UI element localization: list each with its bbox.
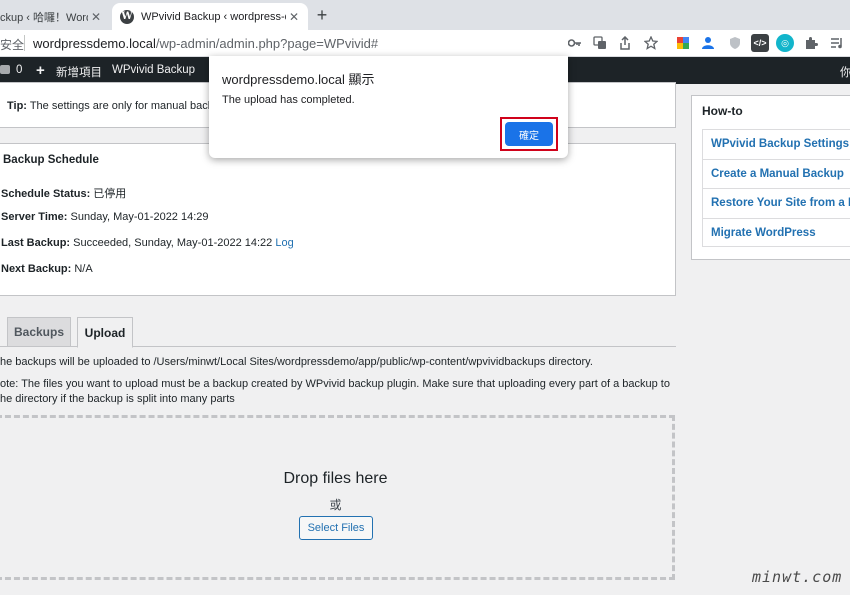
tab-upload[interactable]: Upload (77, 317, 133, 348)
user-greeting[interactable]: 你 (840, 64, 850, 80)
url-host: wordpressdemo.local (33, 36, 156, 51)
file-drop-zone[interactable]: Drop files here 或 Select Files (0, 415, 675, 580)
shield-ext-icon[interactable] (726, 34, 744, 52)
tab-backups[interactable]: Backups (7, 317, 71, 347)
upload-note-line-2: he directory if the backup is split into… (0, 393, 235, 405)
divider (703, 159, 850, 160)
dialog-title: wordpressdemo.local 顯示 (222, 72, 375, 87)
tip-text: Tip: The settings are only for manual ba… (7, 100, 213, 112)
key-icon[interactable] (566, 34, 584, 52)
upload-note-line-1: ote: The files you want to upload must b… (0, 378, 670, 390)
next-backup-label: Next Backup: (1, 263, 72, 275)
divider (703, 218, 850, 219)
log-link[interactable]: Log (275, 237, 293, 249)
star-icon[interactable] (642, 34, 660, 52)
drop-files-title: Drop files here (283, 470, 388, 487)
schedule-status-row: Schedule Status: 已停用 (1, 185, 126, 201)
upload-directory-text: he backups will be uploaded to /Users/mi… (0, 356, 593, 368)
watermark: minwt.com (752, 568, 843, 586)
howto-link-restore[interactable]: Restore Your Site from a B (711, 197, 850, 209)
media-icon[interactable] (828, 34, 846, 52)
backup-schedule-panel: Backup Schedule Schedule Status: 已停用 Ser… (0, 143, 676, 296)
next-backup-value: N/A (71, 263, 93, 275)
tab-title: ckup ‹ 哈囉！WordP (0, 11, 88, 24)
ok-button[interactable]: 確定 (505, 122, 553, 146)
select-files-button[interactable]: Select Files (299, 516, 373, 540)
schedule-status-label: Schedule Status: (1, 188, 91, 200)
security-label[interactable]: 安全 (0, 36, 24, 53)
browser-tab-2[interactable]: W WPvivid Backup ‹ wordpress-d ✕ (112, 3, 308, 30)
highlight-box: 確定 (500, 117, 558, 151)
server-time-value: Sunday, May-01-2022 14:29 (67, 211, 209, 223)
tip-body: The settings are only for manual back (26, 100, 214, 112)
comment-count[interactable]: 0 (16, 64, 22, 76)
how-to-panel: How-to WPvivid Backup Settings Create a … (691, 95, 850, 260)
howto-link-settings[interactable]: WPvivid Backup Settings (711, 138, 849, 150)
close-icon[interactable]: ✕ (286, 10, 302, 24)
comment-icon[interactable] (0, 65, 10, 74)
last-backup-value: Succeeded, Sunday, May-01-2022 14:22 (70, 237, 276, 249)
alert-dialog: wordpressdemo.local 顯示 The upload has co… (209, 56, 568, 158)
howto-link-manual-backup[interactable]: Create a Manual Backup (711, 168, 844, 180)
url-path: /wp-admin/admin.php?page=WPvivid# (155, 36, 379, 51)
server-time-label: Server Time: (1, 211, 68, 223)
divider (24, 35, 25, 51)
puzzle-icon[interactable] (802, 34, 820, 52)
plus-icon[interactable]: + (36, 62, 45, 79)
new-item-link[interactable]: 新增項目 (56, 64, 102, 80)
camera-ext-icon[interactable]: ◎ (776, 34, 794, 52)
person-ext-icon[interactable] (699, 34, 717, 52)
browser-tab-1[interactable]: ckup ‹ 哈囉！WordP ✕ (0, 3, 110, 30)
next-backup-row: Next Backup: N/A (1, 263, 93, 275)
schedule-status-value: 已停用 (90, 188, 127, 200)
share-icon[interactable] (616, 34, 634, 52)
drop-or-text: 或 (329, 498, 342, 512)
close-icon[interactable]: ✕ (88, 10, 104, 24)
tab-title: WPvivid Backup ‹ wordpress-d (141, 10, 286, 23)
address-bar[interactable]: wordpressdemo.local/wp-admin/admin.php?p… (33, 36, 378, 51)
browser-tab-strip: ckup ‹ 哈囉！WordP ✕ W WPvivid Backup ‹ wor… (0, 0, 850, 30)
howto-link-migrate[interactable]: Migrate WordPress (711, 227, 816, 239)
google-ext-icon[interactable] (674, 34, 692, 52)
dialog-message: The upload has completed. (222, 94, 355, 106)
browser-toolbar: 安全 wordpressdemo.local/wp-admin/admin.ph… (0, 30, 850, 57)
new-tab-button[interactable]: + (312, 5, 332, 25)
how-to-list: WPvivid Backup Settings Create a Manual … (702, 129, 850, 247)
divider (703, 188, 850, 189)
last-backup-label: Last Backup: (1, 237, 71, 249)
backup-tabs: Backups Upload (0, 317, 676, 348)
how-to-title: How-to (702, 104, 743, 118)
schedule-title: Backup Schedule (3, 154, 99, 166)
server-time-row: Server Time: Sunday, May-01-2022 14:29 (1, 211, 209, 223)
wpvivid-menu-link[interactable]: WPvivid Backup (112, 64, 195, 76)
tip-label: Tip: (7, 100, 27, 112)
code-ext-icon[interactable]: </> (751, 34, 769, 52)
last-backup-row: Last Backup: Succeeded, Sunday, May-01-2… (1, 237, 294, 249)
translate-icon[interactable] (591, 34, 609, 52)
wordpress-icon: W (120, 9, 134, 24)
